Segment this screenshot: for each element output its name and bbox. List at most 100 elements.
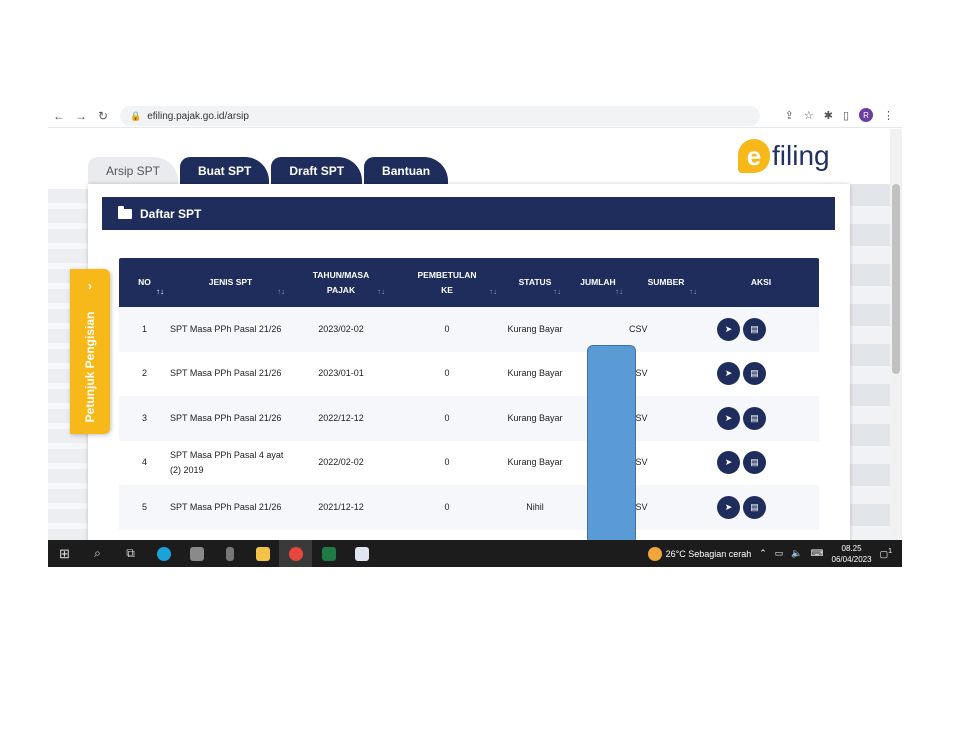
panel-title: Daftar SPT bbox=[140, 206, 202, 221]
column-header-no[interactable]: NO ↑↓ bbox=[119, 258, 170, 307]
cell-pembetulan: 0 bbox=[444, 412, 450, 423]
cell-sumber: CSV bbox=[629, 323, 648, 334]
camera-app-icon[interactable] bbox=[180, 540, 213, 567]
table-row: 3 SPT Masa PPh Pasal 21/26 2022/12-12 0 … bbox=[119, 396, 819, 441]
send-icon[interactable]: ➤ bbox=[717, 451, 740, 475]
document-icon[interactable]: ▤ bbox=[743, 406, 766, 430]
snip-app-icon[interactable] bbox=[345, 540, 378, 567]
battery-icon[interactable]: ▭ bbox=[775, 548, 784, 559]
windows-start-icon[interactable]: ⊞ bbox=[48, 540, 81, 567]
column-header-jenis[interactable]: JENIS SPT ↑↓ bbox=[170, 258, 291, 307]
cell-aksi: ➤ ▤ bbox=[703, 352, 819, 397]
cell-sumber: CSV bbox=[629, 457, 648, 468]
browser-window: ← → ↻ 🔒 efiling.pajak.go.id/arsip ⇪ ☆ ✱ … bbox=[48, 104, 902, 567]
clock-time: 08.25 bbox=[841, 543, 862, 553]
cell-tahun: 2023/02-02 bbox=[318, 323, 364, 334]
excel-icon[interactable] bbox=[312, 540, 345, 567]
cell-no: 2 bbox=[141, 368, 147, 379]
cell-status: Kurang Bayar bbox=[507, 412, 563, 423]
send-icon[interactable]: ➤ bbox=[717, 495, 740, 519]
cell-pembetulan: 0 bbox=[444, 457, 450, 468]
avatar[interactable]: R bbox=[859, 108, 873, 122]
sort-icon: ↑↓ bbox=[277, 287, 285, 296]
weather-icon bbox=[647, 546, 662, 561]
weather-widget[interactable]: 26°C Sebagian cerah bbox=[647, 546, 752, 561]
cell-status: Kurang Bayar bbox=[507, 457, 563, 468]
sort-icon: ↑↓ bbox=[689, 287, 697, 296]
cell-tahun: 2022/12-12 bbox=[318, 412, 364, 423]
forward-icon[interactable]: → bbox=[70, 109, 92, 123]
cell-status: Kurang Bayar bbox=[507, 368, 563, 379]
menu-icon[interactable]: ⋮ bbox=[883, 109, 894, 122]
chevron-right-icon: › bbox=[88, 279, 92, 293]
table-row: 4 SPT Masa PPh Pasal 4 ayat (2) 2019 202… bbox=[119, 440, 819, 486]
cell-aksi: ➤ ▤ bbox=[703, 441, 819, 486]
column-header-status[interactable]: STATUS ↑↓ bbox=[503, 258, 567, 307]
clock[interactable]: 08.25 06/04/2023 bbox=[832, 543, 872, 565]
sort-icon: ↑↓ bbox=[377, 287, 385, 296]
send-icon[interactable]: ➤ bbox=[717, 317, 740, 341]
logo-mark: e bbox=[738, 139, 770, 173]
cell-jenis: SPT Masa PPh Pasal 21/26 bbox=[170, 323, 282, 334]
address-bar[interactable]: 🔒 efiling.pajak.go.id/arsip bbox=[120, 106, 760, 126]
clock-date: 06/04/2023 bbox=[831, 554, 872, 564]
system-tray: 26°C Sebagian cerah ⌃ ▭ 🔈 ⌨ 08.25 06/04/… bbox=[647, 540, 902, 567]
tray-chevron-icon[interactable]: ⌃ bbox=[759, 548, 767, 559]
document-icon[interactable]: ▤ bbox=[743, 317, 766, 341]
folder-icon bbox=[118, 205, 132, 219]
extensions-icon[interactable]: ✱ bbox=[824, 109, 833, 122]
chrome-icon[interactable] bbox=[279, 540, 312, 567]
table-row: 2 SPT Masa PPh Pasal 21/26 2023/01-01 0 … bbox=[119, 351, 819, 397]
page-content: e filing Arsip SPT Buat SPT Draft SPT Ba… bbox=[48, 129, 890, 540]
column-header-pembetulan[interactable]: PEMBETULAN KE ↑↓ bbox=[391, 258, 503, 307]
reload-icon[interactable]: ↻ bbox=[92, 109, 114, 123]
url-text: efiling.pajak.go.id/arsip bbox=[147, 110, 249, 122]
sidepanel-icon[interactable]: ▯ bbox=[843, 109, 849, 122]
sort-icon: ↑↓ bbox=[489, 287, 497, 296]
cell-pembetulan: 0 bbox=[444, 368, 450, 379]
cell-aksi: ➤ ▤ bbox=[703, 396, 819, 441]
redaction-box bbox=[587, 345, 636, 540]
side-tab-label: Petunjuk Pengisian bbox=[83, 311, 97, 423]
scrollbar-thumb[interactable] bbox=[892, 184, 900, 374]
cell-status: Kurang Bayar bbox=[507, 323, 563, 334]
cell-pembetulan: 0 bbox=[444, 323, 450, 334]
cell-no: 1 bbox=[141, 323, 147, 334]
cell-status: Nihil bbox=[526, 501, 544, 512]
table-row: 5 SPT Masa PPh Pasal 21/26 2021/12-12 0 … bbox=[119, 485, 819, 530]
weather-text: 26°C Sebagian cerah bbox=[665, 548, 752, 559]
column-header-sumber[interactable]: SUMBER ↑↓ bbox=[629, 258, 703, 307]
star-icon[interactable]: ☆ bbox=[804, 109, 814, 122]
send-icon[interactable]: ➤ bbox=[717, 362, 740, 386]
document-icon[interactable]: ▤ bbox=[743, 451, 766, 475]
tab-draft-spt[interactable]: Draft SPT bbox=[271, 157, 363, 184]
cell-jenis: SPT Masa PPh Pasal 4 ayat (2) 2019 bbox=[170, 449, 284, 475]
edge-icon[interactable] bbox=[147, 540, 180, 567]
petunjuk-pengisian-tab[interactable]: › Petunjuk Pengisian bbox=[70, 269, 110, 434]
file-explorer-icon[interactable] bbox=[246, 540, 279, 567]
tab-bantuan[interactable]: Bantuan bbox=[364, 157, 449, 184]
cell-no: 3 bbox=[141, 412, 147, 423]
cell-tahun: 2023/01-01 bbox=[318, 368, 364, 379]
cell-aksi: ➤ ▤ bbox=[703, 307, 819, 352]
tab-arsip-spt[interactable]: Arsip SPT bbox=[88, 157, 179, 184]
search-icon[interactable]: ⌕ bbox=[81, 540, 114, 567]
volume-icon[interactable]: 🔈 bbox=[791, 548, 802, 559]
logo-text: filing bbox=[772, 140, 830, 171]
document-icon[interactable]: ▤ bbox=[743, 495, 766, 519]
page-scrollbar[interactable] bbox=[890, 129, 902, 540]
notification-icon[interactable]: ▢1 bbox=[880, 548, 892, 560]
column-header-jumlah[interactable]: JUMLAH ↑↓ bbox=[567, 258, 629, 307]
tab-buat-spt[interactable]: Buat SPT bbox=[180, 157, 270, 184]
share-icon[interactable]: ⇪ bbox=[785, 109, 794, 122]
language-icon[interactable]: ⌨ bbox=[811, 548, 824, 559]
task-view-icon[interactable]: ⧉ bbox=[114, 540, 147, 567]
cell-jenis: SPT Masa PPh Pasal 21/26 bbox=[170, 412, 282, 423]
back-icon[interactable]: ← bbox=[48, 109, 70, 123]
column-header-tahun[interactable]: TAHUN/MASA PAJAK ↑↓ bbox=[291, 258, 391, 307]
lock-icon: 🔒 bbox=[130, 110, 142, 121]
browser-toolbar: ← → ↻ 🔒 efiling.pajak.go.id/arsip ⇪ ☆ ✱ … bbox=[48, 104, 902, 128]
document-icon[interactable]: ▤ bbox=[743, 362, 766, 386]
send-icon[interactable]: ➤ bbox=[717, 406, 740, 430]
microphone-app-icon[interactable] bbox=[213, 540, 246, 567]
